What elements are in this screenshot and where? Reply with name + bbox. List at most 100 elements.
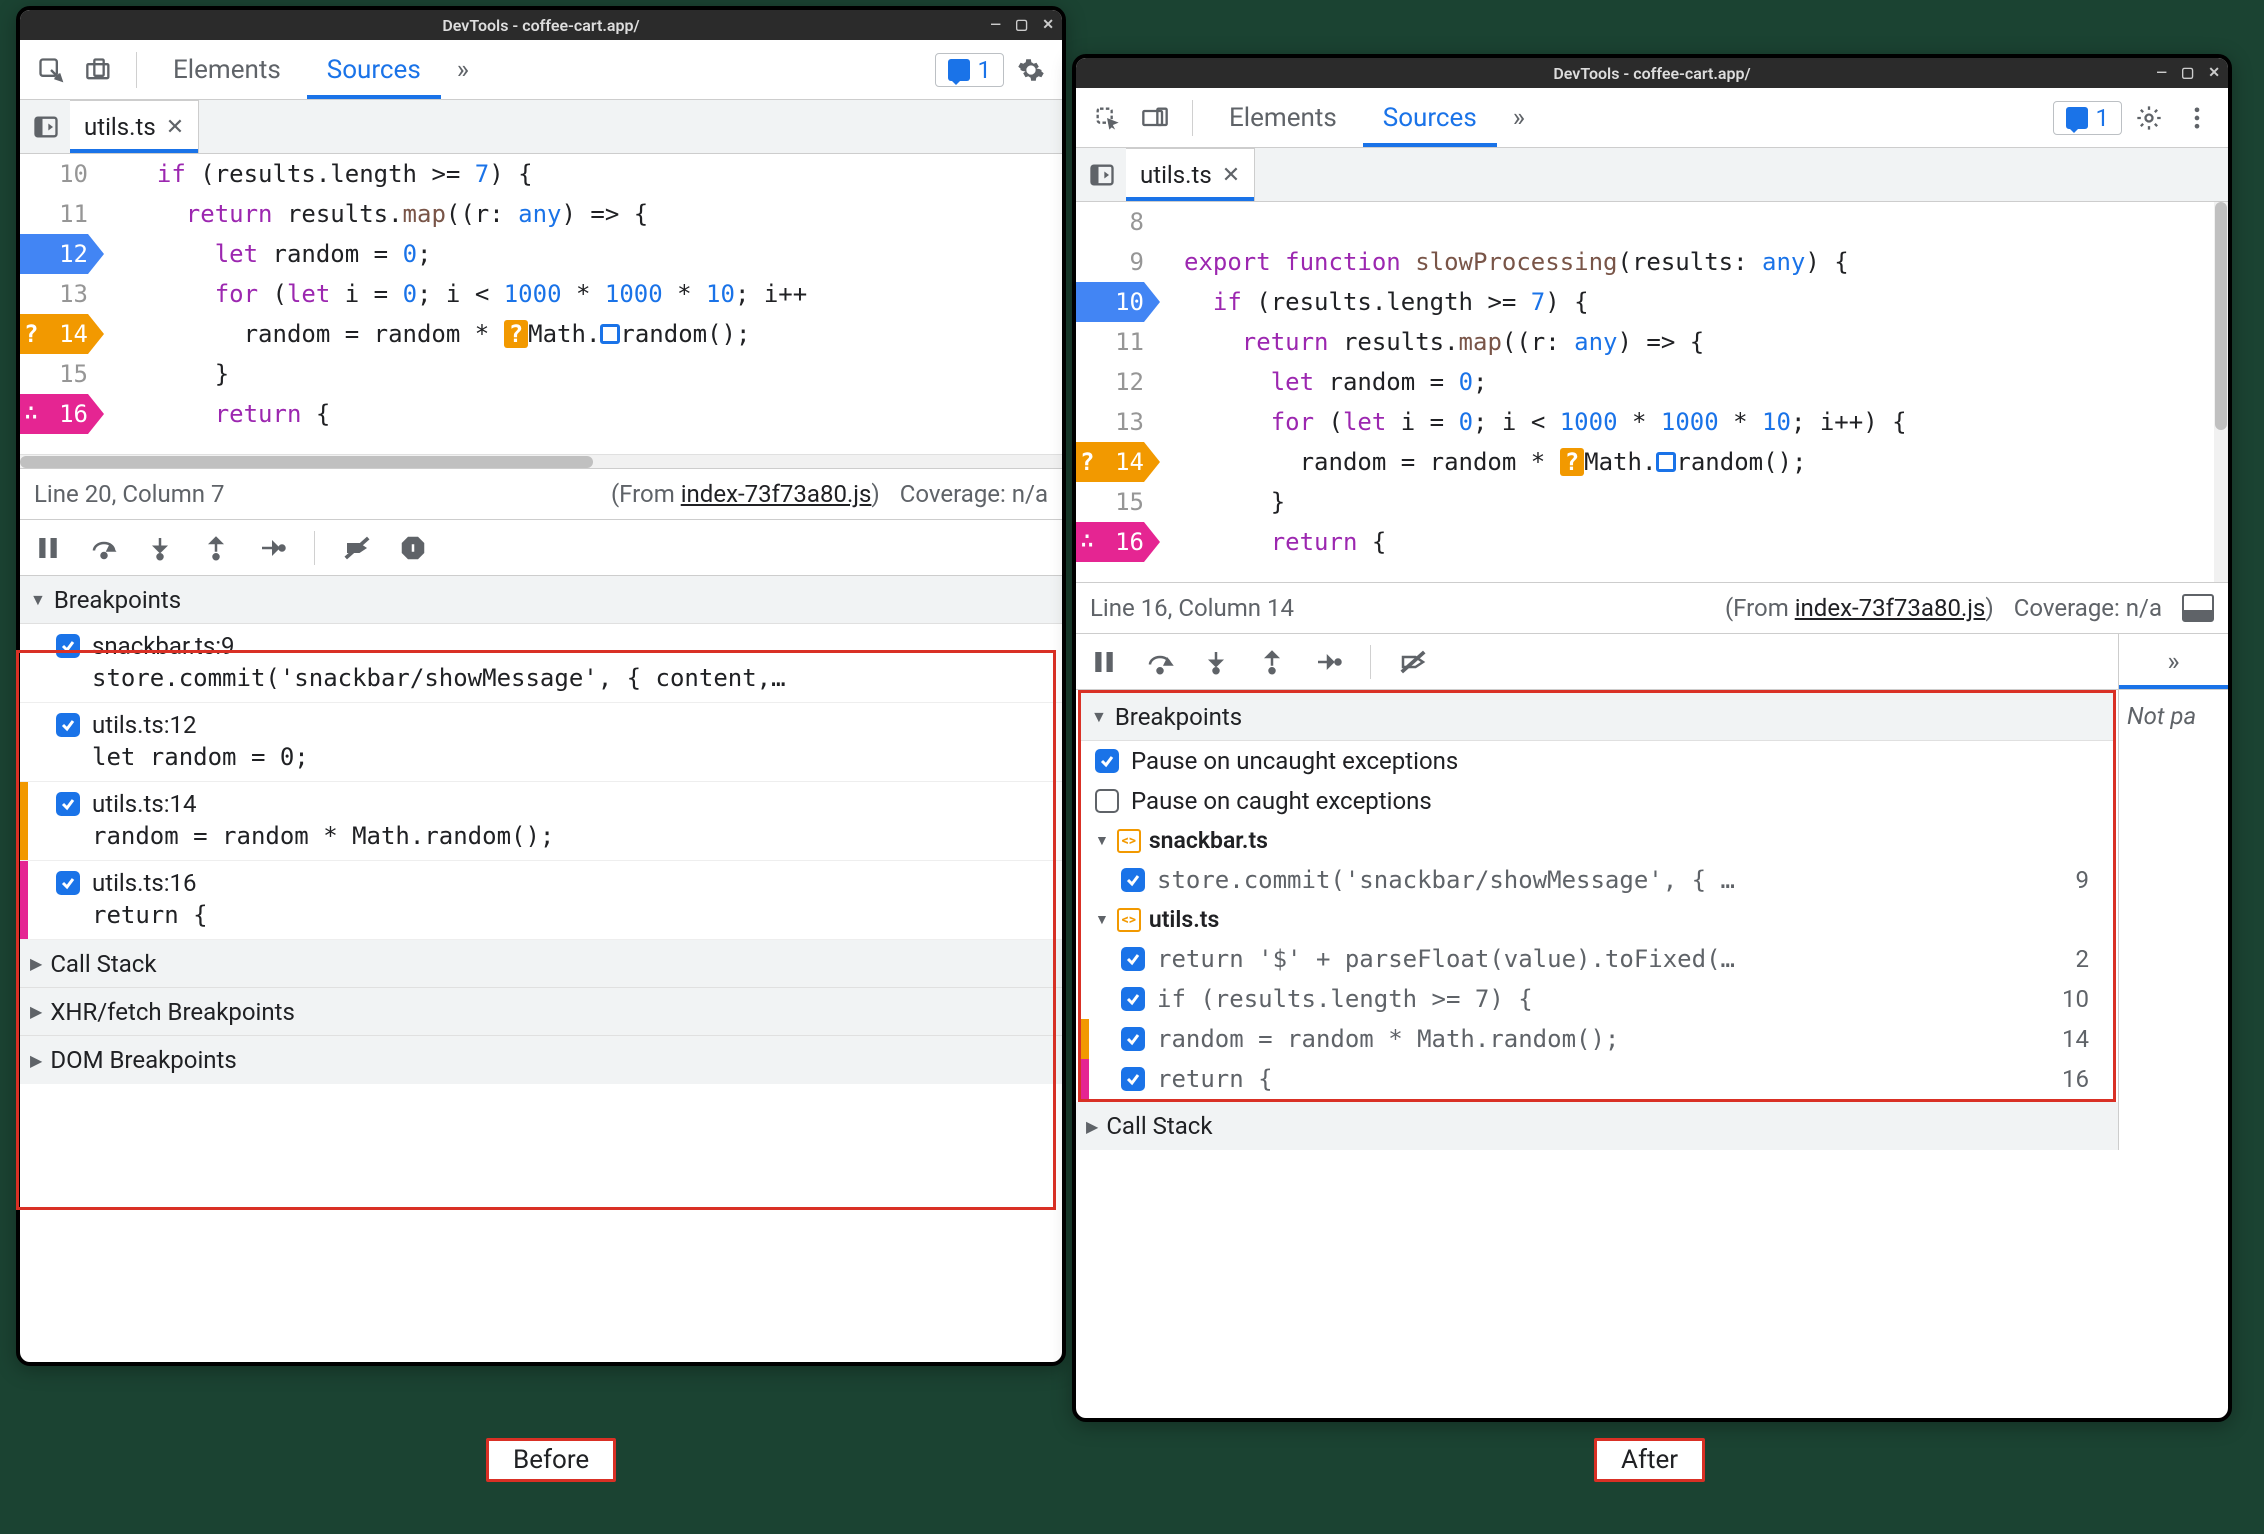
source-file-link[interactable]: index-73f73a80.js — [681, 480, 872, 508]
close-icon[interactable]: ✕ — [2208, 65, 2220, 81]
step-into-icon[interactable] — [142, 530, 178, 566]
line-number[interactable]: 10 — [20, 154, 88, 194]
maximize-icon[interactable]: ▢ — [2181, 65, 2194, 81]
code-editor[interactable]: 10111213?1415∴16 if (results.length >= 7… — [20, 154, 1062, 454]
pause-uncaught-option[interactable]: Pause on uncaught exceptions — [1081, 741, 2113, 781]
code-line[interactable]: for (let i = 0; i < 1000 * 1000 * 10; i+… — [128, 274, 807, 314]
step-icon[interactable] — [1310, 644, 1346, 680]
code-line[interactable]: return results.map((r: any) => { — [1184, 322, 1907, 362]
maximize-icon[interactable]: ▢ — [1015, 17, 1028, 33]
code-line[interactable]: return results.map((r: any) => { — [128, 194, 807, 234]
checkbox-unchecked-icon[interactable] — [1095, 789, 1119, 813]
code-line[interactable]: random = random * ?Math.random(); — [1184, 442, 1907, 482]
breakpoint-item[interactable]: if (results.length >= 7) {10 — [1081, 979, 2113, 1019]
breakpoint-item[interactable]: utils.ts:12let random = 0; — [20, 703, 1062, 782]
line-number[interactable]: 9 — [1076, 242, 1144, 282]
source-file-link[interactable]: index-73f73a80.js — [1795, 594, 1986, 622]
checkbox-checked-icon[interactable] — [56, 713, 80, 737]
callstack-header[interactable]: ▶ Call Stack — [20, 940, 1062, 988]
more-tabs-icon[interactable]: » — [1503, 103, 1535, 133]
breakpoint-item[interactable]: random = random * Math.random();14 — [1081, 1019, 2113, 1059]
code-line[interactable]: let random = 0; — [1184, 362, 1907, 402]
code-line[interactable]: for (let i = 0; i < 1000 * 1000 * 10; i+… — [1184, 402, 1907, 442]
step-into-icon[interactable] — [1198, 644, 1234, 680]
line-number[interactable]: 13 — [20, 274, 88, 314]
navigator-toggle-icon[interactable] — [1082, 155, 1122, 195]
titlebar[interactable]: DevTools - coffee-cart.app/ — ▢ ✕ — [20, 10, 1062, 40]
more-menu-icon[interactable] — [2176, 97, 2218, 139]
deactivate-breakpoints-icon[interactable] — [339, 530, 375, 566]
line-number[interactable]: 11 — [20, 194, 88, 234]
line-number[interactable]: ?14 — [20, 314, 88, 354]
dom-breakpoints-header[interactable]: ▶ DOM Breakpoints — [20, 1036, 1062, 1084]
callstack-header[interactable]: ▶ Call Stack — [1076, 1102, 2118, 1150]
horizontal-scrollbar[interactable] — [20, 454, 1062, 468]
sidebar-more-icon[interactable]: » — [2119, 634, 2228, 690]
titlebar[interactable]: DevTools - coffee-cart.app/ — ▢ ✕ — [1076, 58, 2228, 88]
breakpoint-item[interactable]: utils.ts:14random = random * Math.random… — [20, 782, 1062, 861]
checkbox-checked-icon[interactable] — [1121, 1027, 1145, 1051]
code-line[interactable]: return { — [128, 394, 807, 434]
settings-icon[interactable] — [1010, 49, 1052, 91]
line-number[interactable]: 15 — [20, 354, 88, 394]
close-icon[interactable]: ✕ — [1042, 17, 1054, 33]
code-line[interactable]: return { — [1184, 522, 1907, 562]
inspect-icon[interactable] — [1086, 97, 1128, 139]
close-tab-icon[interactable]: ✕ — [1222, 163, 1240, 188]
step-icon[interactable] — [254, 530, 290, 566]
dock-side-icon[interactable] — [2182, 594, 2214, 622]
step-out-icon[interactable] — [1254, 644, 1290, 680]
line-number[interactable]: 8 — [1076, 202, 1144, 242]
vertical-scrollbar[interactable] — [2214, 202, 2228, 582]
inspect-icon[interactable] — [30, 49, 72, 91]
line-number[interactable]: 15 — [1076, 482, 1144, 522]
checkbox-checked-icon[interactable] — [1121, 868, 1145, 892]
step-over-icon[interactable] — [1142, 644, 1178, 680]
file-tab-utils[interactable]: utils.ts ✕ — [1126, 148, 1255, 201]
code-line[interactable] — [1184, 202, 1907, 242]
issues-badge[interactable]: 1 — [2053, 101, 2123, 135]
breakpoint-item[interactable]: return {16 — [1081, 1059, 2113, 1099]
tab-sources[interactable]: Sources — [307, 40, 441, 99]
code-line[interactable]: if (results.length >= 7) { — [128, 154, 807, 194]
checkbox-checked-icon[interactable] — [56, 871, 80, 895]
checkbox-checked-icon[interactable] — [56, 792, 80, 816]
line-number[interactable]: 11 — [1076, 322, 1144, 362]
settings-icon[interactable] — [2128, 97, 2170, 139]
deactivate-breakpoints-icon[interactable] — [1395, 644, 1431, 680]
breakpoints-header[interactable]: ▼ Breakpoints — [1081, 693, 2113, 741]
breakpoint-file-group[interactable]: ▼<>utils.ts — [1081, 900, 2113, 939]
pause-icon[interactable] — [1086, 644, 1122, 680]
code-editor[interactable]: 8910111213?1415∴16 export function slowP… — [1076, 202, 2228, 582]
tab-elements[interactable]: Elements — [1209, 88, 1357, 147]
checkbox-checked-icon[interactable] — [1121, 947, 1145, 971]
code-line[interactable]: } — [128, 354, 807, 394]
breakpoints-header[interactable]: ▼ Breakpoints — [20, 576, 1062, 624]
line-number[interactable]: ∴16 — [1076, 522, 1144, 562]
navigator-toggle-icon[interactable] — [26, 107, 66, 147]
code-line[interactable]: random = random * ?Math.random(); — [128, 314, 807, 354]
breakpoint-item[interactable]: utils.ts:16return { — [20, 861, 1062, 940]
tab-elements[interactable]: Elements — [153, 40, 301, 99]
xhr-breakpoints-header[interactable]: ▶ XHR/fetch Breakpoints — [20, 988, 1062, 1036]
checkbox-checked-icon[interactable] — [1095, 749, 1119, 773]
line-number[interactable]: 10 — [1076, 282, 1144, 322]
more-tabs-icon[interactable]: » — [447, 55, 479, 85]
pause-exceptions-icon[interactable] — [395, 530, 431, 566]
line-number[interactable]: ?14 — [1076, 442, 1144, 482]
minimize-icon[interactable]: — — [990, 17, 1001, 33]
line-number[interactable]: ∴16 — [20, 394, 88, 434]
line-number[interactable]: 12 — [20, 234, 88, 274]
code-line[interactable]: } — [1184, 482, 1907, 522]
checkbox-checked-icon[interactable] — [1121, 1067, 1145, 1091]
device-icon[interactable] — [78, 49, 120, 91]
step-over-icon[interactable] — [86, 530, 122, 566]
checkbox-checked-icon[interactable] — [1121, 987, 1145, 1011]
line-number[interactable]: 13 — [1076, 402, 1144, 442]
device-icon[interactable] — [1134, 97, 1176, 139]
step-out-icon[interactable] — [198, 530, 234, 566]
pause-icon[interactable] — [30, 530, 66, 566]
code-line[interactable]: if (results.length >= 7) { — [1184, 282, 1907, 322]
minimize-icon[interactable]: — — [2156, 65, 2167, 81]
line-number[interactable]: 12 — [1076, 362, 1144, 402]
